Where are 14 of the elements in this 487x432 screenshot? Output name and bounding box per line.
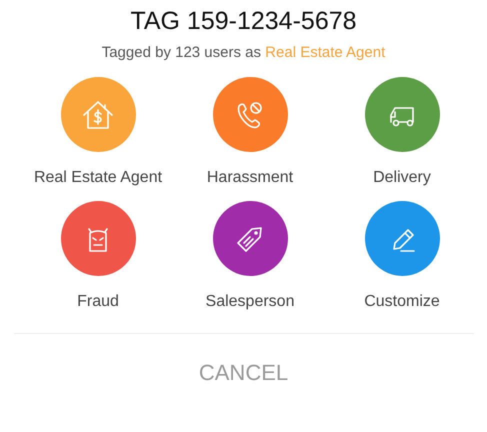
tag-option[interactable]: Salesperson — [174, 201, 326, 311]
tag-option[interactable]: Delivery — [326, 77, 478, 187]
tag-option[interactable]: Harassment — [174, 77, 326, 187]
tag-option[interactable]: Fraud — [22, 201, 174, 311]
devil-face-icon — [88, 228, 108, 252]
price-tag-icon — [237, 226, 262, 252]
pencil-icon — [393, 228, 415, 252]
house-icon — [83, 100, 113, 128]
tag-option[interactable]: Real Estate Agent — [22, 77, 174, 187]
truck-icon — [390, 106, 414, 126]
tag-summary: Tagged by 123 users as Real Estate Agent — [102, 44, 386, 61]
tag-option[interactable]: Customize — [326, 201, 478, 311]
phone-icon — [238, 102, 262, 128]
dialog-title: TAG 159-1234-5678 — [130, 6, 357, 36]
